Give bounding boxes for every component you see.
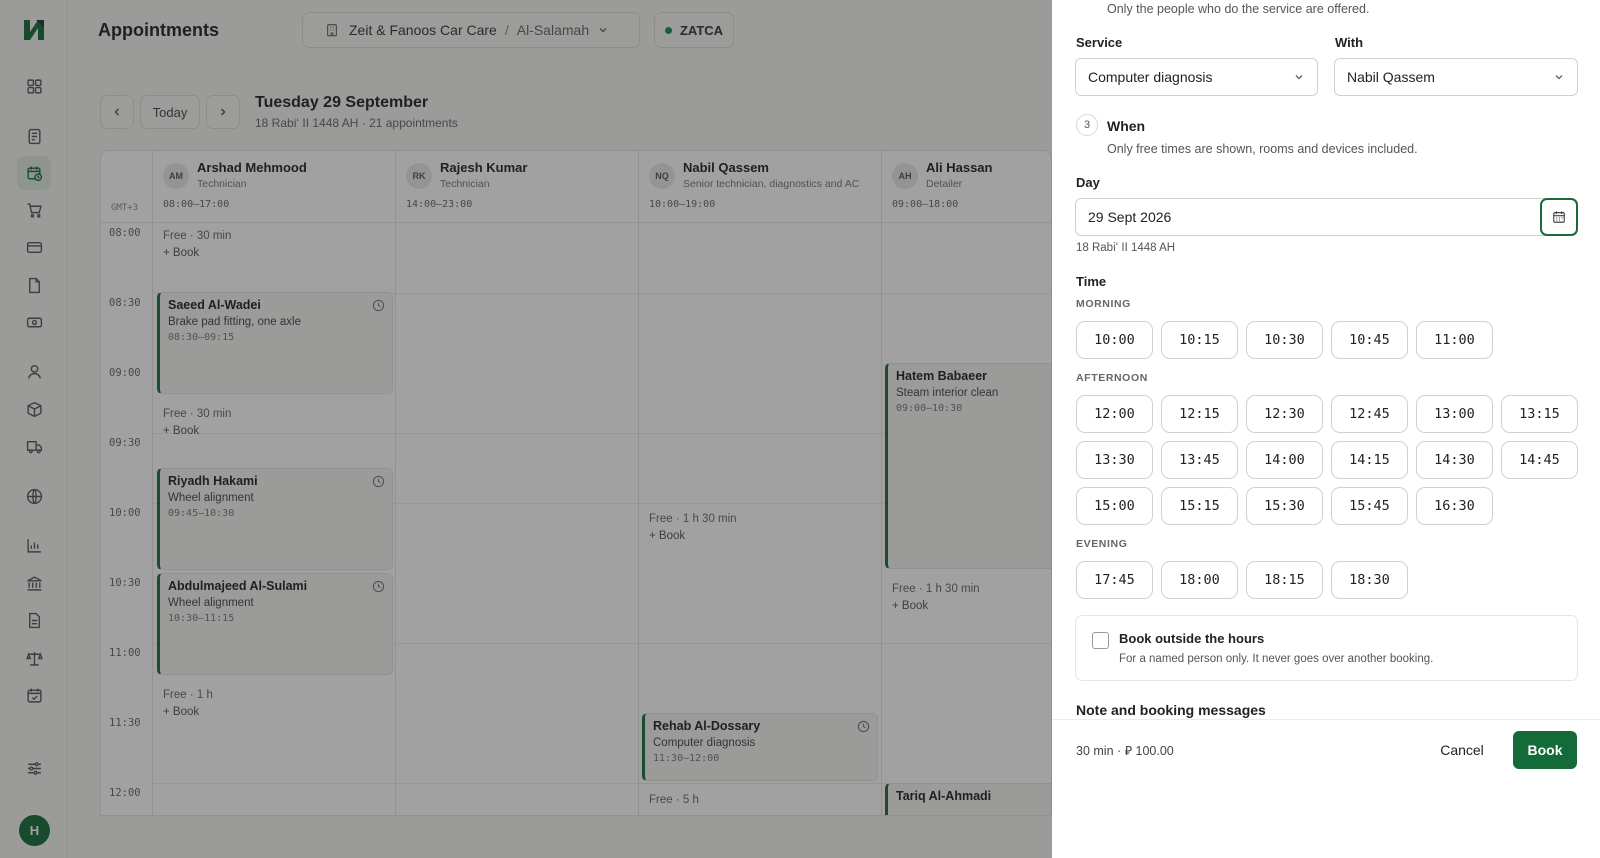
time-slot[interactable]: 18:15 — [1246, 561, 1323, 599]
time-slot[interactable]: 11:00 — [1416, 321, 1493, 359]
when-subtitle: Only free times are shown, rooms and dev… — [1107, 142, 1418, 156]
time-slot[interactable]: 13:15 — [1501, 395, 1578, 433]
footer-divider — [1052, 719, 1600, 720]
time-slot[interactable]: 15:45 — [1331, 487, 1408, 525]
afternoon-label: AFTERNOON — [1076, 372, 1148, 384]
time-slot[interactable]: 16:30 — [1416, 487, 1493, 525]
time-slot[interactable]: 12:00 — [1076, 395, 1153, 433]
time-slot[interactable]: 18:30 — [1331, 561, 1408, 599]
service-value: Computer diagnosis — [1088, 69, 1213, 85]
time-slot[interactable]: 14:30 — [1416, 441, 1493, 479]
with-label: With — [1335, 35, 1364, 50]
outside-hours-option[interactable]: Book outside the hours For a named perso… — [1075, 615, 1578, 681]
day-hijri: 18 Rabiʻ II 1448 AH — [1076, 242, 1176, 254]
morning-label: MORNING — [1076, 298, 1131, 310]
cancel-button[interactable]: Cancel — [1430, 731, 1494, 769]
evening-label: EVENING — [1076, 538, 1128, 550]
outside-hours-title: Book outside the hours — [1119, 631, 1265, 646]
time-slot[interactable]: 10:15 — [1161, 321, 1238, 359]
time-slot[interactable]: 10:45 — [1331, 321, 1408, 359]
time-slot[interactable]: 15:30 — [1246, 487, 1323, 525]
date-picker-button[interactable] — [1540, 198, 1578, 236]
time-slot[interactable]: 15:15 — [1161, 487, 1238, 525]
day-input[interactable]: 29 Sept 2026 — [1075, 198, 1578, 236]
time-slot[interactable]: 14:00 — [1246, 441, 1323, 479]
time-slot[interactable]: 13:30 — [1076, 441, 1153, 479]
day-value: 29 Sept 2026 — [1088, 209, 1172, 225]
time-slot[interactable]: 15:00 — [1076, 487, 1153, 525]
calendar-icon — [1553, 211, 1565, 223]
time-slot[interactable]: 17:45 — [1076, 561, 1153, 599]
time-slot[interactable]: 13:00 — [1416, 395, 1493, 433]
time-slot[interactable]: 12:15 — [1161, 395, 1238, 433]
staff-value: Nabil Qassem — [1347, 69, 1435, 85]
provider-hint: Only the people who do the service are o… — [1107, 2, 1370, 16]
time-slot[interactable]: 10:00 — [1076, 321, 1153, 359]
step-number: 3 — [1076, 114, 1098, 136]
time-slot[interactable]: 10:30 — [1246, 321, 1323, 359]
outside-hours-description: For a named person only. It never goes o… — [1119, 653, 1434, 665]
booking-summary: 30 min · ⃁ 100.00 — [1076, 744, 1174, 758]
service-label: Service — [1076, 35, 1123, 50]
time-label: Time — [1076, 274, 1107, 289]
modal-backdrop[interactable] — [0, 0, 1052, 858]
chevron-down-icon — [1295, 75, 1303, 80]
outside-hours-checkbox[interactable] — [1092, 632, 1109, 649]
staff-select[interactable]: Nabil Qassem — [1334, 58, 1578, 96]
note-section-title[interactable]: Note and booking messages — [1076, 702, 1266, 718]
time-slot[interactable]: 14:45 — [1501, 441, 1578, 479]
service-select[interactable]: Computer diagnosis — [1075, 58, 1318, 96]
book-button[interactable]: Book — [1513, 731, 1577, 769]
when-title: When — [1107, 118, 1146, 134]
time-slot[interactable]: 18:00 — [1161, 561, 1238, 599]
day-label: Day — [1076, 175, 1100, 190]
time-slot[interactable]: 14:15 — [1331, 441, 1408, 479]
time-slot[interactable]: 12:45 — [1331, 395, 1408, 433]
time-slot[interactable]: 12:30 — [1246, 395, 1323, 433]
time-slot[interactable]: 13:45 — [1161, 441, 1238, 479]
booking-drawer: Only the people who do the service are o… — [1052, 0, 1600, 858]
chevron-down-icon — [1555, 75, 1563, 80]
